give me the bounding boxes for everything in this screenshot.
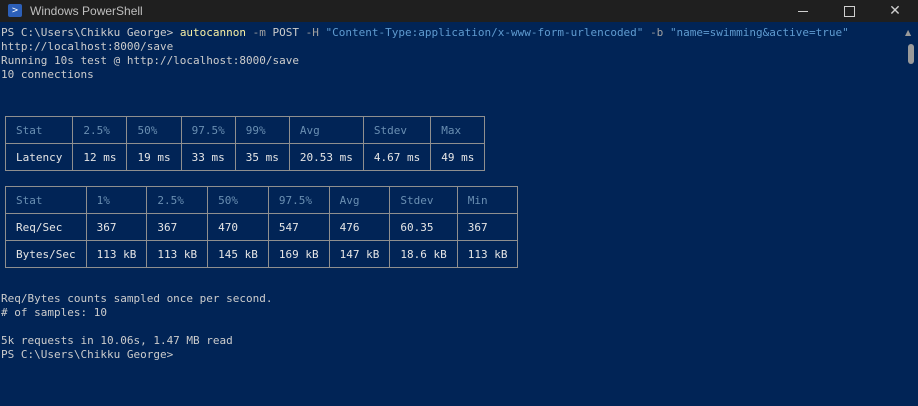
table-cell: 12 ms: [72, 143, 128, 171]
prompt: PS C:\Users\Chikku George>: [1, 26, 174, 39]
command-arg: -b: [650, 26, 664, 39]
table-cell: 113 kB: [85, 240, 148, 268]
powershell-icon: >: [8, 4, 22, 17]
window-title: Windows PowerShell: [30, 4, 143, 18]
table-cell: 169 kB: [267, 240, 330, 268]
console-line: http://localhost:8000/save: [1, 40, 174, 53]
console-line: # of samples: 10: [1, 306, 107, 319]
row-label: Latency: [4, 143, 74, 171]
table-row: Bytes/Sec 113 kB 113 kB 145 kB 169 kB 14…: [5, 240, 519, 268]
header-cell: 97.5%: [267, 186, 330, 214]
table-cell: 18.6 kB: [389, 240, 458, 268]
console-line: 5k requests in 10.06s, 1.47 MB read: [1, 334, 233, 347]
console-line: Req/Bytes counts sampled once per second…: [1, 292, 273, 305]
table-cell: 367: [146, 213, 209, 241]
title-bar: > Windows PowerShell ✕: [0, 0, 918, 22]
command-arg: -H: [305, 26, 319, 39]
table-cell: 49 ms: [430, 143, 486, 171]
console-line: Running 10s test @ http://localhost:8000…: [1, 54, 300, 67]
scrollbar[interactable]: [900, 22, 918, 406]
command-args: -m POST -H "Content-Type:application/x-w…: [246, 26, 849, 39]
table-cell: 367: [456, 213, 519, 241]
close-button[interactable]: ✕: [872, 0, 918, 22]
minimize-button[interactable]: [780, 0, 826, 22]
table-header-row: Stat 1% 2.5% 50% 97.5% Avg Stdev Min: [5, 186, 519, 214]
table-cell: 20.53 ms: [288, 143, 364, 171]
header-cell: 1%: [85, 186, 148, 214]
header-cell: Min: [456, 186, 519, 214]
row-label: Req/Sec: [5, 213, 87, 241]
table-header-row: Stat 2.5% 50% 97.5% 99% Avg Stdev Max: [4, 116, 486, 144]
table-cell: 113 kB: [456, 240, 519, 268]
table-cell: 145 kB: [207, 240, 269, 268]
table-cell: 476: [328, 213, 391, 241]
console-output[interactable]: PS C:\Users\Chikku George> autocannon -m…: [0, 22, 900, 406]
header-cell: 99%: [234, 116, 290, 144]
header-cell: Stdev: [389, 186, 458, 214]
header-cell: 50%: [207, 186, 269, 214]
latency-table: Stat 2.5% 50% 97.5% 99% Avg Stdev Max La…: [4, 116, 486, 171]
header-cell: 50%: [126, 116, 182, 144]
command-arg: POST: [272, 26, 300, 39]
header-cell: Stat: [4, 116, 74, 144]
table-cell: 147 kB: [328, 240, 391, 268]
header-cell: 2.5%: [146, 186, 209, 214]
table-cell: 470: [207, 213, 269, 241]
table-cell: 19 ms: [126, 143, 182, 171]
table-cell: 33 ms: [180, 143, 236, 171]
command-arg: -m: [252, 26, 266, 39]
table-cell: 547: [267, 213, 330, 241]
table-cell: 4.67 ms: [362, 143, 432, 171]
scroll-thumb[interactable]: [908, 44, 914, 64]
row-label: Bytes/Sec: [5, 240, 87, 268]
header-cell: Avg: [288, 116, 364, 144]
table-row: Latency 12 ms 19 ms 33 ms 35 ms 20.53 ms…: [4, 143, 486, 171]
table-cell: 113 kB: [146, 240, 209, 268]
header-cell: 2.5%: [72, 116, 128, 144]
maximize-icon: [843, 5, 855, 17]
scroll-up-arrow-icon[interactable]: ▲: [905, 28, 911, 37]
maximize-button[interactable]: [826, 0, 872, 22]
table-cell: 60.35: [389, 213, 458, 241]
header-cell: Stat: [5, 186, 87, 214]
table-row: Req/Sec 367 367 470 547 476 60.35 367: [5, 213, 519, 241]
header-cell: Max: [430, 116, 486, 144]
table-cell: 35 ms: [234, 143, 290, 171]
header-cell: Stdev: [362, 116, 432, 144]
table-cell: 367: [85, 213, 148, 241]
command-line: PS C:\Users\Chikku George> autocannon -m…: [1, 26, 849, 40]
minimize-icon: [798, 10, 808, 12]
close-icon: ✕: [889, 3, 901, 19]
command-arg: "name=swimming&active=true": [669, 26, 849, 39]
command-arg: "Content-Type:application/x-www-form-url…: [325, 26, 644, 39]
header-cell: Avg: [328, 186, 391, 214]
header-cell: 97.5%: [180, 116, 236, 144]
command-exe: autocannon: [179, 26, 247, 39]
console-line: 10 connections: [1, 68, 94, 81]
final-prompt[interactable]: PS C:\Users\Chikku George>: [1, 348, 173, 362]
throughput-table: Stat 1% 2.5% 50% 97.5% Avg Stdev Min Req…: [5, 186, 519, 268]
